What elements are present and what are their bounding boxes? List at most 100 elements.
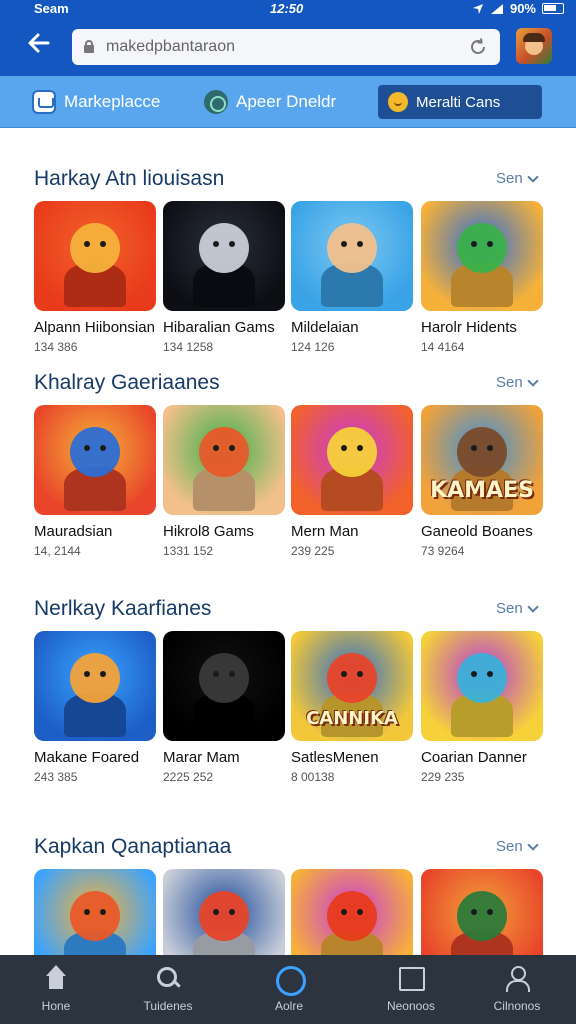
nav-label: Aolre (274, 999, 303, 1013)
tab-apex[interactable]: Apeer Dneldr (194, 84, 346, 120)
game-thumbnail[interactable] (163, 631, 285, 741)
thumbnail-caption: CANNIKA (306, 708, 398, 729)
tab-marketplace[interactable]: Markeplacce (22, 84, 170, 120)
browser-toolbar: makedpbantaraon (0, 18, 576, 76)
game-card[interactable]: Coarian Danner 229 235 (421, 631, 543, 791)
tab-label: Apeer Dneldr (236, 92, 337, 111)
section-title: Khalray Gaeriaanes (34, 371, 220, 394)
status-icons: 90% (472, 1, 564, 16)
nav-square[interactable]: Neonoos (366, 965, 456, 1013)
game-thumbnail[interactable] (421, 869, 543, 955)
battery-percent: 90% (509, 1, 536, 16)
game-title: Mildelaian (291, 319, 359, 336)
home-icon (42, 965, 70, 993)
nav-label: Neonoos (386, 999, 436, 1013)
see-more-label: Sen (496, 600, 523, 617)
game-title: Harolr Hidents (421, 319, 517, 336)
battery-icon (542, 3, 564, 14)
game-stats: 239 225 (291, 544, 335, 558)
url-text: makedpbantaraon (106, 38, 235, 55)
game-title: SatlesMenen (291, 749, 379, 766)
chevron-down-icon (527, 600, 539, 613)
tab-meta[interactable]: Meralti Cans (378, 85, 542, 119)
game-stats: 124 126 (291, 340, 335, 354)
game-card[interactable]: CANNIKA SatlesMenen 8 00138 (291, 631, 413, 791)
game-thumbnail[interactable] (34, 631, 156, 741)
game-card[interactable]: Hikrol8 Gams 1331 152 (163, 405, 285, 565)
game-card[interactable]: Harolr Hidents 14 4164 (421, 201, 543, 361)
square-icon (397, 965, 425, 993)
main-content[interactable]: Harkay Atn liouisasn Sen Alpann Hiibonsian… (0, 129, 576, 955)
game-card[interactable]: Hibaralian Gams 134 1258 (163, 201, 285, 361)
avatar[interactable] (516, 28, 552, 64)
game-thumbnail[interactable] (163, 405, 285, 515)
chevron-down-icon (527, 838, 539, 851)
address-bar[interactable]: makedpbantaraon (72, 29, 500, 65)
game-thumbnail[interactable] (163, 201, 285, 311)
game-stats: 2225 252 (163, 770, 214, 784)
game-thumbnail[interactable] (291, 869, 413, 955)
game-card[interactable]: Marar Mam 2225 252 (163, 631, 285, 791)
see-more-label: Sen (496, 838, 523, 855)
section-title: Kapkan Qanaptianaa (34, 835, 232, 858)
game-thumbnail[interactable] (421, 631, 543, 741)
nav-home[interactable]: Hone (11, 965, 101, 1013)
clock: 12:50 (270, 1, 304, 16)
nav-profile[interactable]: Cilnonos (472, 965, 562, 1013)
game-card[interactable] (34, 869, 156, 955)
nav-active[interactable]: Aolre (244, 965, 334, 1013)
game-card[interactable]: Mern Man 239 225 (291, 405, 413, 565)
game-stats: 8 00138 (291, 770, 335, 784)
game-title: Hibaralian Gams (163, 319, 275, 336)
game-card[interactable] (163, 869, 285, 955)
carrier-label: Seam (34, 1, 69, 16)
game-section: Harkay Atn liouisasn Sen Alpann Hiibonsian… (0, 167, 576, 397)
game-thumbnail[interactable] (291, 201, 413, 311)
game-stats: 229 235 (421, 770, 465, 784)
game-thumbnail[interactable] (163, 869, 285, 955)
see-more-label: Sen (496, 170, 523, 187)
game-card[interactable]: Alpann Hiibonsian 134 386 (34, 201, 156, 361)
see-more-label: Sen (496, 374, 523, 391)
game-card[interactable] (291, 869, 413, 955)
game-card[interactable]: KAMAES Ganeold Boanes 73 9264 (421, 405, 543, 565)
bottom-navigation: Hone Tuidenes Aolre Neonoos Cilnonos (0, 955, 576, 1024)
game-card[interactable] (421, 869, 543, 955)
see-more-link[interactable]: Sen (496, 600, 539, 617)
game-title: Coarian Danner (421, 749, 527, 766)
nav-label: Cilnonos (493, 999, 541, 1013)
game-thumbnail[interactable] (291, 405, 413, 515)
meta-icon (388, 92, 408, 112)
apex-icon (204, 90, 228, 114)
game-thumbnail[interactable] (34, 201, 156, 311)
game-stats: 14, 2144 (34, 544, 81, 558)
tab-label: Meralti Cans (416, 93, 501, 111)
see-more-link[interactable]: Sen (496, 374, 539, 391)
nav-search[interactable]: Tuidenes (123, 965, 213, 1013)
game-card[interactable]: Mauradsian 14, 2144 (34, 405, 156, 565)
section-title: Nerlkay Kaarfianes (34, 597, 212, 620)
status-bar: Seam 12:50 90% (0, 0, 576, 18)
game-thumbnail[interactable] (421, 201, 543, 311)
game-stats: 1331 152 (163, 544, 214, 558)
game-title: Ganeold Boanes (421, 523, 533, 540)
back-arrow-icon[interactable] (26, 30, 56, 60)
game-thumbnail[interactable] (34, 405, 156, 515)
game-thumbnail[interactable] (34, 869, 156, 955)
reload-icon[interactable] (468, 37, 488, 57)
game-stats: 134 1258 (163, 340, 214, 354)
game-card[interactable]: Mildelaian 124 126 (291, 201, 413, 361)
tab-label: Markeplacce (64, 92, 161, 111)
game-thumbnail[interactable]: KAMAES (421, 405, 543, 515)
game-thumbnail[interactable]: CANNIKA (291, 631, 413, 741)
thumbnail-caption: KAMAES (430, 478, 534, 503)
game-card[interactable]: Makane Foared 243 385 (34, 631, 156, 791)
game-title: Mauradsian (34, 523, 113, 540)
game-title: Marar Mam (163, 749, 240, 766)
signal-icon (490, 3, 503, 14)
see-more-link[interactable]: Sen (496, 170, 539, 187)
game-section: Kapkan Qanaptianaa Sen (0, 835, 576, 955)
game-stats: 14 4164 (421, 340, 465, 354)
see-more-link[interactable]: Sen (496, 838, 539, 855)
game-title: Makane Foared (34, 749, 140, 766)
